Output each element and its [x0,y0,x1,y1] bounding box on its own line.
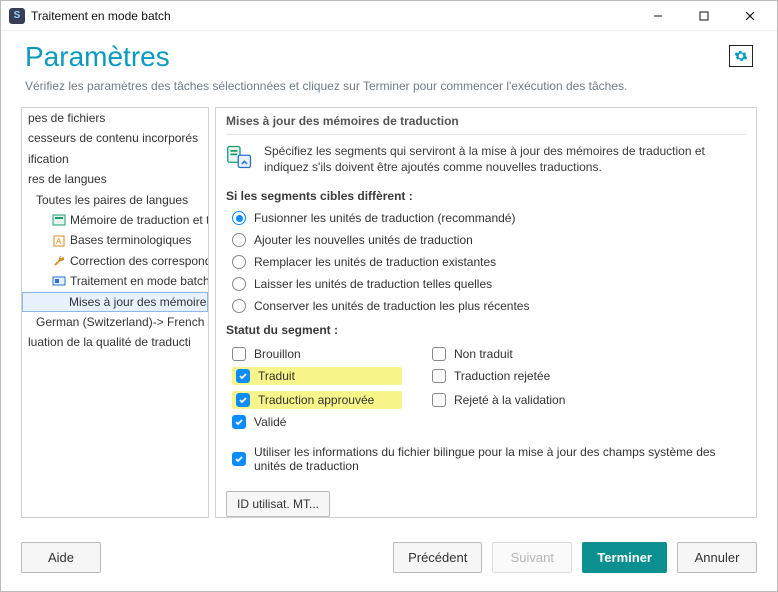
segment-status-checkboxes: Brouillon Non traduit Traduit Traduction re… [232,345,746,431]
radio-label: Laisser les unités de traduction telles … [254,277,492,291]
status-checkbox[interactable] [236,369,250,383]
status-label: Traduction rejetée [454,369,550,383]
sidebar-item[interactable]: luation de la qualité de traducti [22,332,208,352]
tb-icon: A [52,234,66,248]
status-check-row[interactable]: Traduction approuvée [232,391,402,409]
sidebar-item-label: luation de la qualité de traducti [28,335,191,349]
status-label: Brouillon [254,347,301,361]
status-label: Rejeté à la validation [454,393,565,407]
wrench-icon [52,254,66,268]
sidebar-item[interactable]: pes de fichiers [22,108,208,128]
cancel-button[interactable]: Annuler [677,542,757,573]
bilingual-info-check-row: Utiliser les informations du fichier bil… [232,445,746,473]
mt-user-id-button[interactable]: ID utilisat. MT... [226,491,330,517]
main-split: pes de fichiers cesseurs de contenu incor… [1,107,777,528]
settings-gear-button[interactable] [729,45,753,67]
sidebar-item[interactable]: Mémoire de traduction et t [22,210,208,230]
status-checkbox[interactable] [432,347,446,361]
status-checkbox[interactable] [232,347,246,361]
status-checkbox[interactable] [236,393,250,407]
maximize-button[interactable] [681,1,727,31]
sidebar-item-label: Bases terminologiques [70,233,191,247]
intro-row: Spécifiez les segments qui serviront à l… [226,143,746,175]
sidebar-item[interactable]: Toutes les paires de langues [22,190,208,210]
app-icon: S [9,8,25,24]
titlebar: S Traitement en mode batch [1,1,777,31]
sidebar-item-label: Mémoire de traduction et t [70,213,208,227]
status-checkbox[interactable] [432,369,446,383]
status-checkbox[interactable] [232,415,246,429]
status-check-row[interactable]: Brouillon [232,347,402,361]
sidebar-item[interactable]: Mises à jour des mémoires [22,292,208,312]
sidebar-item-label: ification [28,152,69,166]
status-checkbox[interactable] [432,393,446,407]
status-label: Validé [254,415,286,429]
radio-option[interactable]: Remplacer les unités de traduction exist… [232,255,746,269]
sidebar-item-label: Traitement en mode batch [70,274,208,288]
previous-button[interactable]: Précédent [393,542,482,573]
sidebar-item-label: Correction des correspond [70,254,208,268]
status-label: Traduction approuvée [258,393,374,407]
radio-label: Fusionner les unités de traduction (reco… [254,211,515,225]
status-group-label: Statut du segment : [226,323,746,337]
radio-option[interactable]: Fusionner les unités de traduction (reco… [232,211,746,225]
radio-input[interactable] [232,211,246,225]
radio-option[interactable]: Laisser les unités de traduction telles … [232,277,746,291]
page-subtitle: Vérifiez les paramètres des tâches sélec… [1,79,777,107]
tm-icon [52,213,66,227]
radio-option[interactable]: Conserver les unités de traduction les p… [232,299,746,313]
sidebar-item[interactable]: Traitement en mode batch [22,271,208,291]
minimize-button[interactable] [635,1,681,31]
sidebar-item[interactable]: ification [22,149,208,169]
gear-icon [734,49,748,63]
intro-text: Spécifiez les segments qui serviront à l… [264,143,746,175]
diff-action-radios: Fusionner les unités de traduction (reco… [226,211,746,313]
page-header: Paramètres [1,31,777,79]
sidebar-item[interactable]: A Bases terminologiques [22,230,208,250]
status-check-row[interactable]: Rejeté à la validation [432,391,632,409]
sidebar-item-label: Toutes les paires de langues [36,193,188,207]
bilingual-info-label: Utiliser les informations du fichier bil… [254,445,746,473]
finish-button[interactable]: Terminer [582,542,667,573]
memory-update-icon [226,143,254,171]
status-check-row[interactable]: Traduction rejetée [432,367,632,385]
radio-label: Remplacer les unités de traduction exist… [254,255,496,269]
settings-panel: Mises à jour des mémoires de traduction … [215,107,757,518]
help-button[interactable]: Aide [21,542,101,573]
svg-text:A: A [56,237,62,246]
radio-input[interactable] [232,299,246,313]
status-check-row[interactable]: Traduit [232,367,402,385]
radio-input[interactable] [232,255,246,269]
radio-input[interactable] [232,277,246,291]
sidebar-item[interactable]: cesseurs de contenu incorporés [22,128,208,148]
next-button: Suivant [492,542,572,573]
sidebar-item[interactable]: res de langues [22,169,208,189]
app-window: S Traitement en mode batch Paramètres Vé… [0,0,778,592]
wizard-footer: Aide Précédent Suivant Terminer Annuler [1,528,777,591]
radio-group-label: Si les segments cibles diffèrent : [226,189,746,203]
sidebar-item-label: res de langues [28,172,107,186]
radio-option[interactable]: Ajouter les nouvelles unités de traducti… [232,233,746,247]
sidebar-item-label: German (Switzerland)-> French [36,315,204,329]
section-title: Mises à jour des mémoires de traduction [226,114,746,135]
batch-icon [52,274,66,288]
close-button[interactable] [727,1,773,31]
sidebar-item-label: pes de fichiers [28,111,105,125]
radio-label: Ajouter les nouvelles unités de traducti… [254,233,473,247]
sidebar-item-label: Mises à jour des mémoires [69,295,208,309]
bilingual-info-checkbox[interactable] [232,452,246,466]
sidebar-item[interactable]: German (Switzerland)-> French [22,312,208,332]
status-check-row[interactable]: Non traduit [432,347,632,361]
status-label: Non traduit [454,347,513,361]
radio-input[interactable] [232,233,246,247]
window-title: Traitement en mode batch [31,9,635,23]
sidebar-item-label: cesseurs de contenu incorporés [28,131,198,145]
page-title: Paramètres [25,41,729,73]
radio-label: Conserver les unités de traduction les p… [254,299,529,313]
status-label: Traduit [258,369,295,383]
status-check-row[interactable]: Validé [232,415,402,429]
sidebar-tree[interactable]: pes de fichiers cesseurs de contenu incor… [21,107,209,518]
sidebar-item[interactable]: Correction des correspond [22,251,208,271]
